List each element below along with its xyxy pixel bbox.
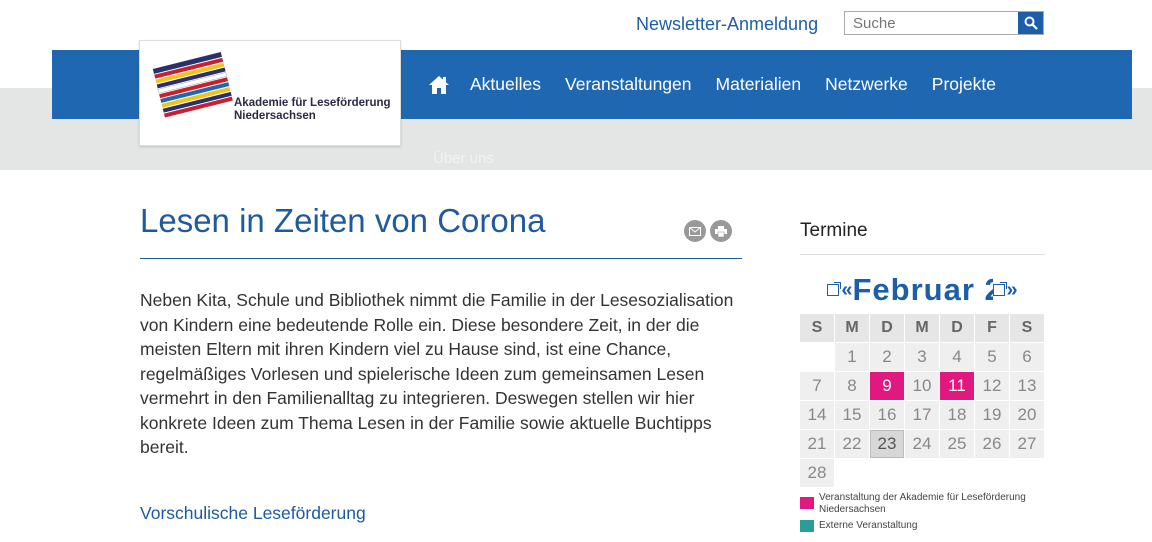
calendar-day: 25 (940, 430, 974, 458)
calendar-week-row: 14 15 16 17 18 19 20 (800, 401, 1045, 429)
calendar-weekday-row: SMDMDFS (800, 314, 1045, 342)
book-logo-icon (152, 52, 233, 118)
calendar-header: « Februar 2021 » (800, 270, 1045, 310)
weekday-header: S (1010, 314, 1044, 342)
main-menu: Aktuelles Veranstaltungen Materialien Ne… (428, 50, 1020, 119)
weekday-header: F (975, 314, 1009, 342)
calendar-day: 15 (835, 401, 869, 429)
calendar-day: 19 (975, 401, 1009, 429)
home-icon[interactable] (428, 73, 452, 97)
legend-swatch-teal (800, 520, 814, 532)
external-link-icon (827, 282, 842, 296)
calendar-day[interactable]: 11 (940, 372, 974, 400)
calendar-day: 5 (975, 343, 1009, 371)
calendar-day: 17 (905, 401, 939, 429)
logo[interactable]: Akademie für Leseförderung Niedersachsen (139, 40, 401, 146)
weekday-header: D (870, 314, 904, 342)
calendar-week-row: 28 (800, 459, 1045, 487)
legend-item-external: Externe Veranstaltung (800, 520, 1045, 532)
calendar-day: 1 (835, 343, 869, 371)
calendar-day: 28 (800, 459, 834, 487)
nav-veranstaltungen[interactable]: Veranstaltungen (565, 74, 692, 95)
search-button[interactable] (1018, 12, 1043, 34)
calendar-week-row: 21 22 23 24 25 26 27 (800, 430, 1045, 458)
article-body: Neben Kita, Schule und Bibliothek nimmt … (140, 290, 734, 457)
calendar-day[interactable]: 9 (870, 372, 904, 400)
termine-title: Termine (800, 220, 868, 241)
calendar-legend: Veranstaltung der Akademie für Leseförde… (800, 492, 1045, 536)
calendar-grid: S M D M D F S 1 2 3 4 5 6 7 8 9 10 11 12 13 14 15 16 17 18 19 20 21… (800, 314, 1045, 488)
calendar-month: Februar 2021 (852, 272, 993, 307)
calendar-day: 4 (940, 343, 974, 371)
calendar-day: 7 (800, 372, 834, 400)
legend-swatch-pink (800, 497, 814, 509)
calendar-day: 21 (800, 430, 834, 458)
nav-aktuelles[interactable]: Aktuelles (470, 74, 541, 95)
calendar-day: 10 (905, 372, 939, 400)
email-icon[interactable] (684, 220, 706, 242)
prev-arrow: « (841, 278, 853, 301)
magnifier-icon (1024, 16, 1038, 30)
calendar-day: 27 (1010, 430, 1044, 458)
print-icon[interactable] (710, 220, 732, 242)
termine-divider (800, 254, 1045, 255)
calendar-empty-cell (800, 343, 834, 371)
nav-projekte[interactable]: Projekte (932, 74, 996, 95)
logo-text: Akademie für Leseförderung Niedersachsen (234, 97, 391, 123)
weekday-header: M (835, 314, 869, 342)
page-title: Lesen in Zeiten von Corona (140, 202, 546, 239)
weekday-header: M (905, 314, 939, 342)
calendar-day: 6 (1010, 343, 1044, 371)
calendar-day: 8 (835, 372, 869, 400)
calendar-day: 24 (905, 430, 939, 458)
vorschulische-link[interactable]: Vorschulische Leseförderung (140, 503, 366, 524)
calendar-next[interactable]: » (992, 278, 1018, 302)
legend-label-academy: Veranstaltung der Akademie für Leseförde… (819, 492, 1026, 515)
nav-ueber-uns[interactable]: Über uns (433, 150, 494, 167)
nav-netzwerke[interactable]: Netzwerke (825, 74, 908, 95)
logo-line-2: Niedersachsen (234, 110, 316, 122)
calendar-day: 16 (870, 401, 904, 429)
calendar-day: 23 (870, 430, 904, 458)
calendar-week-row: 123456 (800, 343, 1045, 371)
legend-label-external: Externe Veranstaltung (819, 520, 918, 531)
share-tools (684, 220, 732, 242)
nav-materialien[interactable]: Materialien (716, 74, 802, 95)
calendar-day: 14 (800, 401, 834, 429)
calendar-day: 2 (870, 343, 904, 371)
logo-line-1: Akademie für Leseförderung (234, 97, 391, 109)
weekday-header: S (800, 314, 834, 342)
title-divider (140, 258, 742, 259)
calendar-day: 3 (905, 343, 939, 371)
calendar-day: 12 (975, 372, 1009, 400)
calendar-prev[interactable]: « (827, 278, 853, 302)
search-box (844, 11, 1044, 35)
calendar-day: 26 (975, 430, 1009, 458)
calendar-day: 22 (835, 430, 869, 458)
calendar-day: 18 (940, 401, 974, 429)
legend-item-academy: Veranstaltung der Akademie für Leseförde… (800, 492, 1045, 516)
calendar-day: 20 (1010, 401, 1044, 429)
search-input[interactable] (845, 12, 1019, 34)
calendar-day: 13 (1010, 372, 1044, 400)
calendar-week-row: 7 8 9 10 11 12 13 (800, 372, 1045, 400)
next-arrow: » (1006, 278, 1018, 301)
weekday-header: D (940, 314, 974, 342)
newsletter-link[interactable]: Newsletter-Anmeldung (636, 14, 818, 35)
external-link-icon (992, 282, 1007, 296)
